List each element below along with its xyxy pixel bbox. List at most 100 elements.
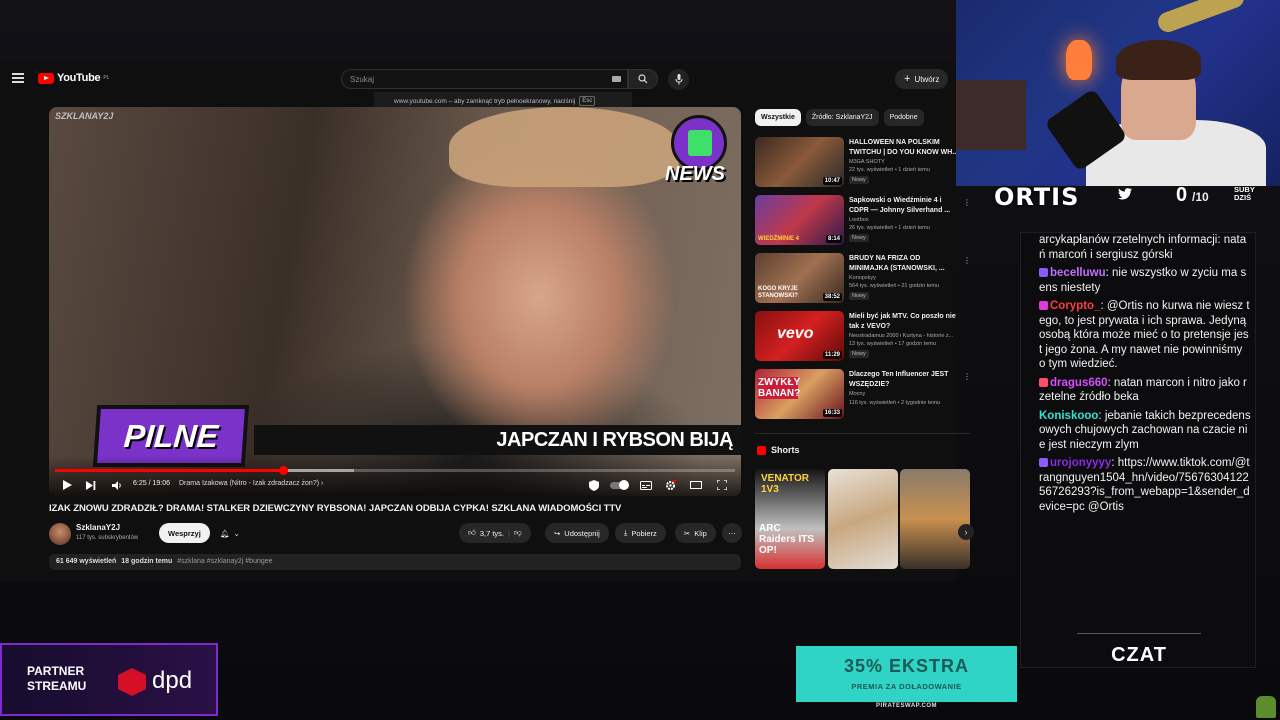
chat-message: Corypto_: @Ortis no kurwa nie wiesz tego… (1039, 299, 1251, 372)
notifications-button[interactable]: 🔔︎ ⌄ (211, 523, 249, 543)
scissors-icon: ✂ (684, 528, 691, 538)
fullscreen-icon[interactable] (715, 475, 729, 495)
chevron-right-icon[interactable]: › (958, 524, 974, 540)
search-input[interactable]: Szukaj (341, 69, 628, 89)
recommended-thumbnail[interactable]: ZWYKŁY BANAN? 16:33 (755, 369, 844, 419)
more-vertical-icon[interactable]: ⋮ (963, 198, 971, 207)
promo-banner: 35% EKSTRA PREMIA ZA DOŁADOWANIE (796, 646, 1017, 702)
recommended-meta: 22 tys. wyświetleń • 1 dzień temu (849, 167, 930, 173)
more-horizontal-icon: ⋯ (728, 528, 736, 538)
sidebar-divider (755, 433, 970, 434)
recommended-title[interactable]: Sapkowski o Wiedźminie 4 i CDPR — Johnny… (849, 196, 961, 215)
more-vertical-icon[interactable]: ⋮ (963, 372, 971, 381)
player-controls: 6:25 / 19:06 Drama Izakowa (Nitro - Izak… (49, 475, 741, 495)
short-video[interactable] (900, 469, 970, 569)
subs-count: 0 (1176, 184, 1188, 206)
recommended-video[interactable]: vevo 11:29 Mieli być jak MTV. Co poszło … (755, 311, 970, 363)
partner-brand: dpd (152, 667, 193, 694)
shorts-icon (757, 445, 766, 455)
chip-source[interactable]: Źródło: SzklanaY2J (805, 109, 879, 126)
chapter-title[interactable]: Drama Izakowa (Nitro - Izak zdradzacz żo… (179, 480, 323, 487)
menu-icon[interactable] (12, 73, 24, 83)
volume-icon[interactable] (111, 475, 123, 495)
clip-button[interactable]: ✂ Klip (675, 523, 716, 543)
recommended-title[interactable]: BRUDY NA FRIZA OD MINIMAJKA (STANOWSKI, … (849, 254, 961, 273)
dpd-logo-icon (118, 668, 146, 696)
chat-divider (1077, 633, 1201, 634)
recommended-video[interactable]: 10:47 HALLOWEEN NA POLSKIM TWITCHU | DO … (755, 137, 970, 189)
recommended-thumbnail[interactable]: vevo 11:29 (755, 311, 844, 361)
recommended-channel[interactable]: Lootbox (849, 217, 869, 223)
voice-search-button[interactable] (668, 69, 689, 90)
youtube-logo[interactable]: YouTube PL (38, 72, 109, 84)
recommended-channel[interactable]: M3GA SHOTY (849, 159, 885, 165)
video-player[interactable]: SZKLANAY2J NEWS PILNE JAPCZAN I RYBSON B… (49, 107, 741, 496)
chat-username[interactable]: Koniskooo (1039, 410, 1098, 422)
chat-username[interactable]: Corypto_ (1050, 300, 1100, 312)
short-video[interactable] (828, 469, 898, 569)
theater-mode-icon[interactable] (689, 475, 703, 495)
promo-subline: PREMIA ZA DOŁADOWANIE (851, 682, 962, 691)
recommended-title[interactable]: Dlaczego Ten Influencer JEST WSZĘDZIE? (849, 370, 961, 389)
chip-all[interactable]: Wszystkie (755, 109, 801, 126)
esc-key: Esc (579, 96, 596, 106)
recommended-title[interactable]: Mieli być jak MTV. Co poszło nie tak z V… (849, 312, 961, 331)
thumbs-up-icon: 👍︎ (468, 528, 476, 537)
like-button[interactable]: 👍︎ 3,7 tys. | 👎︎ (459, 523, 531, 543)
recommended-thumbnail[interactable]: KOGO KRYJE STANOWSKI? 38:52 (755, 253, 844, 303)
recommended-channel[interactable]: Neostradamus 2000 i Kurtyna - historie z… (849, 333, 953, 339)
twitter-icon (1118, 188, 1132, 203)
recommended-video[interactable]: KOGO KRYJE STANOWSKI? 38:52 BRUDY NA FRI… (755, 253, 971, 305)
recommended-title[interactable]: HALLOWEEN NA POLSKIM TWITCHU | DO YOU KN… (849, 138, 961, 157)
chip-related[interactable]: Podobne (883, 109, 924, 126)
streamer-hair (1116, 40, 1201, 80)
support-button[interactable]: Wesprzyj (159, 523, 210, 543)
short-video[interactable]: VENATOR 1V3 ARC Raiders ITS OP! (755, 469, 825, 569)
keyboard-icon[interactable] (612, 76, 621, 82)
play-icon[interactable] (61, 475, 73, 495)
channel-avatar[interactable] (49, 523, 71, 545)
video-duration: 11:29 (822, 351, 842, 359)
hashtags[interactable]: #szklana #szklanay2j #bungee (177, 558, 272, 565)
progress-bar[interactable] (55, 466, 735, 475)
recommended-video[interactable]: ZWYKŁY BANAN? 16:33 Dlaczego Ten Influen… (755, 369, 971, 421)
android-icon (1256, 696, 1276, 718)
chat-username[interactable]: becelluwu (1050, 267, 1106, 279)
recommended-video[interactable]: WIEDŹMINIE 4 8:14 Sapkowski o Wiedźminie… (755, 195, 971, 247)
more-actions-button[interactable]: ⋯ (722, 523, 742, 543)
chat-badge-icon (1039, 301, 1048, 310)
create-label: Utwórz (914, 74, 940, 84)
recommended-thumbnail[interactable]: 10:47 (755, 137, 844, 187)
video-duration: 10:47 (822, 177, 842, 185)
share-button[interactable]: ↪ Udostępnij (545, 523, 609, 543)
recommended-meta: 116 tys. wyświetleń • 2 tygodnie temu (849, 400, 941, 406)
chat-badge-icon (1039, 458, 1048, 467)
recommended-thumbnail[interactable]: WIEDŹMINIE 4 8:14 (755, 195, 844, 245)
more-vertical-icon[interactable]: ⋮ (963, 256, 971, 265)
chat-username[interactable]: dragus660 (1050, 377, 1108, 389)
recommended-channel[interactable]: Konopskyy (849, 275, 876, 281)
download-button[interactable]: ⤓ Pobierz (615, 523, 666, 543)
share-label: Udostępnij (564, 528, 600, 538)
thumbnail-text: vevo (777, 325, 814, 342)
shield-icon[interactable] (587, 475, 601, 495)
thumbs-down-icon[interactable]: 👎︎ (514, 528, 522, 538)
next-icon[interactable] (85, 475, 97, 495)
chat-message: dragus660: natan marcon i nitro jako rze… (1039, 376, 1251, 405)
channel-name[interactable]: SzklanaY2J (76, 523, 120, 532)
promo-url: PIRATESWAP.COM (875, 703, 938, 709)
recommended-channel[interactable]: Mocny (849, 391, 865, 397)
news-badge: NEWS (665, 115, 731, 191)
upload-age: 18 godzin temu (121, 558, 173, 565)
autoplay-toggle[interactable] (609, 475, 629, 495)
recommended-meta: 564 tys. wyświetleń • 21 godzin temu (849, 283, 939, 289)
subtitles-icon[interactable] (639, 475, 653, 495)
youtube-logo-text: YouTube (57, 72, 101, 84)
settings-icon[interactable] (663, 475, 677, 495)
recommended-meta: 13 tys. wyświetleń • 17 godzin temu (849, 341, 936, 347)
search-button[interactable] (628, 69, 658, 89)
chat-username[interactable]: urojonyyyy (1050, 457, 1111, 469)
youtube-region: PL (103, 75, 110, 81)
description-box[interactable]: 61 649 wyświetleń 18 godzin temu #szklan… (49, 554, 741, 570)
create-button[interactable]: + Utwórz (895, 69, 949, 89)
